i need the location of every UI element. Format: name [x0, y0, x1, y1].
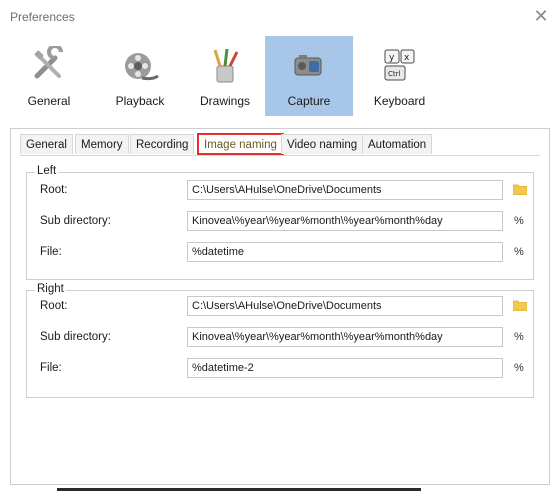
title-bar: Preferences ✕ [0, 0, 559, 34]
left-file-macro-button[interactable]: % [514, 246, 524, 258]
toolbar-general[interactable]: General [14, 36, 84, 116]
tab-memory[interactable]: Memory [75, 134, 129, 154]
left-file-label: File: [40, 246, 62, 258]
svg-text:x: x [404, 53, 410, 63]
right-subdir-label: Sub directory: [40, 331, 111, 343]
left-subdir-macro-button[interactable]: % [514, 215, 524, 227]
right-group-label: Right [35, 283, 66, 295]
toolbar-label: Playback [115, 94, 165, 108]
toolbar-keyboard[interactable]: y x Ctrl Keyboard [362, 36, 437, 116]
toolbar-label: Keyboard [373, 94, 426, 108]
tab-general[interactable]: General [20, 134, 73, 154]
left-root-input[interactable]: C:\Users\AHulse\OneDrive\Documents [187, 180, 503, 200]
toolbar-drawings[interactable]: Drawings [190, 36, 260, 116]
folder-icon[interactable] [513, 300, 527, 311]
category-toolbar: General Playback Drawings Capture y x Ct… [0, 36, 559, 116]
svg-text:Ctrl: Ctrl [388, 70, 401, 78]
keyboard-keys-icon: y x Ctrl [384, 49, 414, 81]
left-root-label: Root: [40, 184, 68, 196]
tab-video-naming[interactable]: Video naming [281, 134, 364, 154]
right-root-label: Root: [40, 300, 68, 312]
left-subdir-input[interactable]: Kinovea\%year\%year%month\%year%month%da… [187, 211, 503, 231]
toolbar-label: Capture [287, 94, 331, 108]
tab-recording[interactable]: Recording [130, 134, 195, 154]
folder-icon[interactable] [513, 184, 527, 195]
left-file-input[interactable]: %datetime [187, 242, 503, 262]
window-title: Preferences [10, 10, 75, 24]
svg-text:y: y [389, 53, 395, 63]
tab-image-naming[interactable]: Image naming [197, 133, 284, 155]
toolbar-capture[interactable]: Capture [265, 36, 353, 116]
close-icon[interactable]: ✕ [531, 6, 551, 26]
tab-divider [20, 155, 540, 156]
toolbar-label: Drawings [199, 94, 250, 108]
right-subdir-macro-button[interactable]: % [514, 331, 524, 343]
toolbar-playback[interactable]: Playback [100, 36, 180, 116]
tools-icon [34, 46, 63, 79]
film-reel-icon [125, 53, 159, 81]
right-file-input[interactable]: %datetime-2 [187, 358, 503, 378]
left-subdir-label: Sub directory: [40, 215, 111, 227]
left-group-label: Left [35, 165, 59, 177]
right-subdir-input[interactable]: Kinovea\%year\%year%month\%year%month%da… [187, 327, 503, 347]
brushes-icon [213, 48, 239, 83]
camera-icon [294, 55, 322, 76]
tab-automation[interactable]: Automation [362, 134, 433, 154]
right-file-macro-button[interactable]: % [514, 362, 524, 374]
right-root-input[interactable]: C:\Users\AHulse\OneDrive\Documents [187, 296, 503, 316]
toolbar-label: General [27, 94, 71, 108]
right-file-label: File: [40, 362, 62, 374]
